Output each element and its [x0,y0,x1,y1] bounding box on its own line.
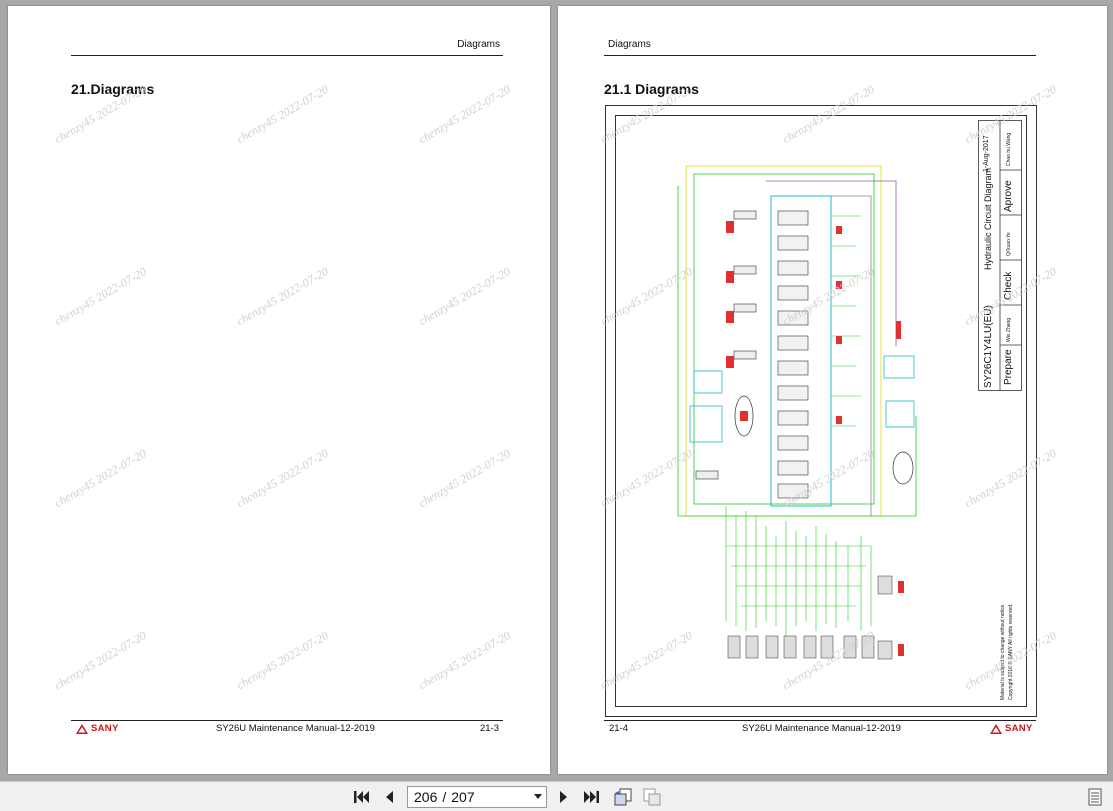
sany-logo-icon [76,723,88,734]
sany-logo: SANY [76,723,119,734]
right-page: Diagrams 21.1 Diagrams SY26C1Y4LU(EU) Hy… [558,6,1107,774]
drawing-model-number: SY26C1Y4LU(EU) [983,305,994,388]
header-rule [71,55,503,56]
cylinders [695,210,757,480]
control-valve-stack [770,195,832,507]
remote-control-valves [727,575,893,660]
hydraulic-diagram-frame: SY26C1Y4LU(EU) Hydraulic Circuit Diagram… [605,105,1037,717]
forward-view-icon [643,788,661,806]
valve-section [777,483,809,499]
valve-section [777,360,809,376]
watermark: chenzy45 2022-07-20 [416,82,513,147]
go-back-view-button[interactable] [612,786,634,808]
last-page-button[interactable] [581,786,603,808]
sany-logo: SANY [990,723,1033,734]
logo-text: SANY [91,723,119,734]
section-title: 21.1 Diagrams [604,81,699,97]
current-page: 206 [414,789,438,805]
page-header: Diagrams [608,39,651,50]
left-page: Diagrams 21.Diagrams chenzy45 2022-07-20… [8,6,550,774]
total-pages: 207 [451,789,475,805]
watermark: chenzy45 2022-07-20 [234,446,331,511]
approve-label: Aprove [1003,180,1014,212]
notice-text: Material is subject to change without no… [1000,603,1006,700]
checked-by: Qi'kuan Ye [1006,232,1012,256]
valve-section [777,385,809,401]
check-label: Check [1003,271,1014,300]
green-branch-lines [725,215,872,636]
sany-logo-icon [990,723,1002,734]
viewer-toolbar: 206 / 207 [0,781,1113,811]
previous-page-button[interactable] [378,786,400,808]
footer-manual-title: SY26U Maintenance Manual-12-2019 [742,723,901,734]
first-page-button[interactable] [350,786,372,808]
title-block: SY26C1Y4LU(EU) Hydraulic Circuit Diagram… [978,120,1022,700]
drawing-title: Hydraulic Circuit Diagram [983,167,993,270]
watermark: chenzy45 2022-07-20 [416,628,513,693]
first-page-icon [354,791,369,803]
valve-section [777,260,809,276]
approved-by: Chao hu Wang [1006,132,1012,166]
drawing-date: 1-Aug-2017 [983,135,990,172]
next-page-icon [560,791,567,803]
valve-section [777,460,809,476]
pilot-unit-box [883,355,915,379]
footer-page-number: 21-3 [480,723,500,734]
footer-rule [604,720,1036,721]
back-view-icon [614,788,632,806]
valve-section [777,210,809,226]
valve-section [777,435,809,451]
header-rule [604,55,1036,56]
section-title: 21.Diagrams [71,81,155,97]
watermark: chenzy45 2022-07-20 [416,446,513,511]
logo-text: SANY [1005,723,1033,734]
watermark: chenzy45 2022-07-20 [52,446,149,511]
hydraulic-circuit-diagram [677,165,917,660]
footer-manual-title: SY26U Maintenance Manual-12-2019 [216,723,375,734]
last-page-icon [584,791,599,803]
previous-page-icon [386,791,393,803]
next-page-button[interactable] [553,786,575,808]
go-forward-view-button[interactable] [641,786,663,808]
watermark: chenzy45 2022-07-20 [234,82,331,147]
hydraulic-tank [892,451,914,485]
prepare-label: Prepare [1003,349,1014,385]
valve-section [777,310,809,326]
page-layout-button[interactable] [1084,786,1106,808]
watermark: chenzy45 2022-07-20 [52,264,149,329]
valve-section [777,235,809,251]
watermark: chenzy45 2022-07-20 [234,264,331,329]
red-component-labels [726,221,904,656]
valve-section [777,410,809,426]
footer-page-number: 21-4 [609,723,629,734]
copyright-text: Copyright 2016 © SANY All rights reserve… [1008,603,1014,700]
pump-box [885,400,915,428]
travel-motor-box [693,370,723,394]
chevron-down-icon [534,794,542,799]
valve-section [777,335,809,351]
footer-rule [71,720,503,721]
page-number-select[interactable]: 206 / 207 [407,786,547,808]
watermark: chenzy45 2022-07-20 [52,628,149,693]
travel-motor-box [689,405,723,443]
hydraulic-diagram-border: SY26C1Y4LU(EU) Hydraulic Circuit Diagram… [615,115,1027,707]
document-icon [1088,788,1102,806]
page-separator: / [442,789,447,805]
valve-section [777,285,809,301]
watermark: chenzy45 2022-07-20 [234,628,331,693]
watermark: chenzy45 2022-07-20 [416,264,513,329]
prepared-by: Wei Zhang [1006,317,1012,342]
page-header: Diagrams [457,39,500,50]
